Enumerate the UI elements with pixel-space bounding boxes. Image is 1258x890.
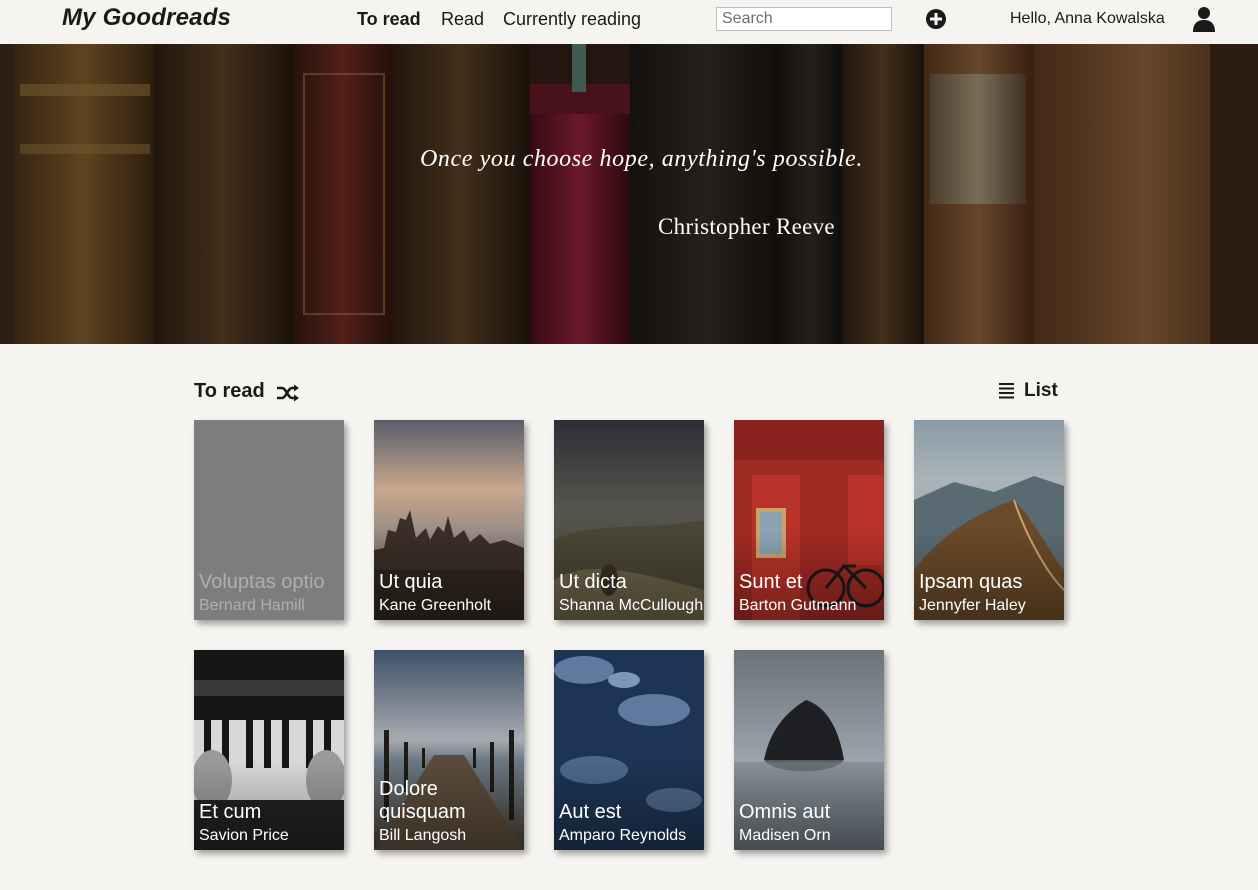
search-input[interactable] (716, 7, 892, 31)
nav-link-to-read[interactable]: To read (357, 9, 421, 30)
book-author: Madisen Orn (739, 827, 831, 844)
book-author: Bernard Hamill (199, 597, 305, 614)
list-view-label: List (1024, 380, 1058, 401)
book-author: Bill Langosh (379, 827, 467, 844)
book-card[interactable]: Omnis aut Madisen Orn (734, 650, 884, 850)
hero-quote: Once you choose hope, anything's possibl… (420, 146, 863, 172)
book-title: Sunt et (739, 571, 803, 593)
book-card[interactable]: Sunt et Barton Gutmann (734, 420, 884, 620)
book-card[interactable]: Ut quia Kane Greenholt (374, 420, 524, 620)
brand-logo[interactable]: My Goodreads (62, 4, 231, 32)
book-title: Ut dicta (559, 571, 627, 593)
nav-link-read[interactable]: Read (441, 9, 484, 30)
user-profile-icon[interactable] (1192, 6, 1216, 32)
book-card[interactable]: Et cum Savion Price (194, 650, 344, 850)
shuffle-icon[interactable] (276, 384, 300, 402)
user-greeting: Hello, Anna Kowalska (1010, 10, 1165, 27)
hero-overlay (0, 44, 1258, 344)
book-card[interactable]: Aut est Amparo Reynolds (554, 650, 704, 850)
hero-quote-author: Christopher Reeve (658, 214, 835, 239)
section-title: To read (194, 380, 265, 402)
book-title: Ut quia (379, 571, 443, 593)
top-navbar: My Goodreads To read Read Currently read… (0, 0, 1258, 44)
book-author: Kane Greenholt (379, 597, 492, 614)
book-card[interactable]: Dolore quisquam Bill Langosh (374, 650, 524, 850)
book-author: Jennyfer Haley (919, 597, 1026, 614)
list-icon (999, 383, 1014, 399)
book-author: Barton Gutmann (739, 597, 857, 614)
book-title: Ipsam quas (919, 571, 1023, 593)
book-author: Amparo Reynolds (559, 827, 687, 844)
book-title: Et cum (199, 801, 262, 823)
book-card[interactable]: Voluptas optio Bernard Hamill (194, 420, 344, 620)
book-title: Aut est (559, 801, 622, 823)
book-title: Voluptas optio (199, 571, 325, 593)
book-card[interactable]: Ipsam quas Jennyfer Haley (914, 420, 1064, 620)
book-title: Dolore quisquam (379, 778, 466, 823)
add-book-icon[interactable] (925, 8, 947, 30)
nav-link-currently-reading[interactable]: Currently reading (503, 9, 641, 30)
book-card[interactable]: Ut dicta Shanna McCullough (554, 420, 704, 620)
hero-banner: Once you choose hope, anything's possibl… (0, 44, 1258, 344)
book-title: Omnis aut (739, 801, 831, 823)
book-author: Savion Price (199, 827, 289, 844)
book-author: Shanna McCullough (559, 597, 704, 614)
list-view-button[interactable]: List (998, 380, 1058, 402)
